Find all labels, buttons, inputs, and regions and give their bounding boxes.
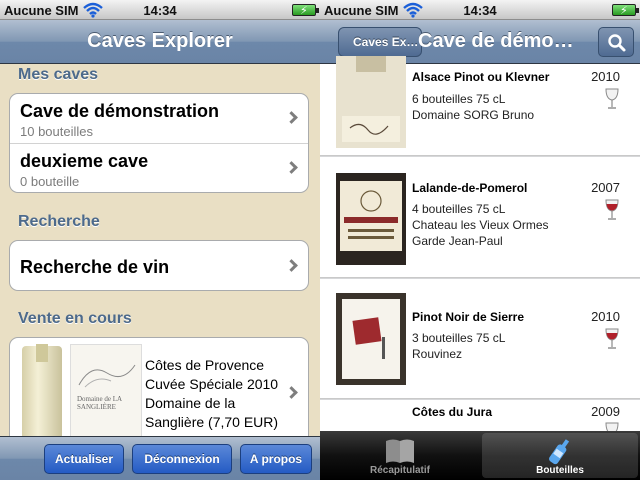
cave-name: deuxieme cave: [20, 151, 149, 171]
tab-summary[interactable]: Récapitulatif: [322, 433, 478, 478]
bottom-toolbar: Actualiser Déconnexion A propos: [0, 436, 320, 480]
wine-producer: Domaine SORG Bruno: [412, 108, 535, 122]
tab-bar: Récapitulatif Bouteilles: [320, 431, 640, 480]
label-drawing-icon: [78, 364, 136, 388]
wine-label-image: Domaine de LA SANGLIÈRE: [70, 344, 142, 438]
wine-name: Côtes du Jura: [412, 405, 493, 419]
search-group: Recherche de vin: [9, 240, 309, 291]
clock: 14:34: [143, 3, 177, 18]
wine-quantity: 4 bouteilles 75 cL: [412, 202, 506, 216]
nav-bar: Caves Explorer: [0, 20, 320, 64]
cave-name: Cave de démonstration: [20, 101, 220, 121]
wine-label-thumbnail: [336, 293, 406, 385]
cave-row-second[interactable]: deuxieme cave 0 bouteille: [10, 144, 308, 192]
nav-title: Cave de démo…: [418, 30, 574, 52]
tab-bottles[interactable]: Bouteilles: [482, 433, 638, 478]
wine-label-thumbnail: [336, 173, 406, 265]
status-bar: Aucune SIM 14:34 ⚡: [320, 0, 640, 20]
sale-line-2: Cuvée Spéciale 2010: [145, 376, 279, 392]
chevron-right-icon: [285, 111, 298, 124]
wine-year: 2009: [591, 404, 620, 419]
wine-producer-2: Garde Jean-Paul: [412, 234, 503, 248]
caves-group: Cave de démonstration 10 bouteilles deux…: [9, 93, 309, 193]
wine-year: 2010: [591, 69, 620, 84]
about-button[interactable]: A propos: [240, 444, 312, 474]
sales-group: Domaine de LA SANGLIÈRE Côtes de Provenc…: [9, 337, 309, 447]
nav-title: Caves Explorer: [87, 30, 233, 52]
back-button[interactable]: Caves Ex…: [338, 27, 422, 57]
caves-explorer-screen: Aucune SIM 14:34 ⚡ Caves Explorer Mes ca…: [0, 0, 320, 480]
sale-line-3: Domaine de la: [145, 395, 236, 411]
search-icon: [608, 34, 626, 52]
cave-count: 10 bouteilles: [20, 124, 93, 139]
clock: 14:34: [463, 3, 497, 18]
wine-search-label: Recherche de vin: [20, 257, 170, 277]
red-wine-glass-icon: [605, 199, 619, 220]
white-wine-glass-icon: [605, 88, 619, 109]
wine-year: 2007: [591, 180, 620, 195]
sale-row[interactable]: Domaine de LA SANGLIÈRE Côtes de Provenc…: [10, 338, 308, 446]
wine-year: 2010: [591, 309, 620, 324]
logout-button[interactable]: Déconnexion: [132, 444, 232, 474]
cave-count: 0 bouteille: [20, 174, 80, 189]
wine-producer: Rouvinez: [412, 347, 463, 361]
bottle-icon: [549, 439, 570, 465]
wine-bottle-image: [22, 344, 62, 438]
wine-search-row[interactable]: Recherche de vin: [10, 241, 308, 290]
wine-name: Pinot Noir de Sierre: [412, 310, 525, 324]
wine-row[interactable]: Alsace Pinot ou Klevner 2010 6 bouteille…: [320, 56, 640, 156]
tab-label: Récapitulatif: [369, 465, 430, 476]
red-wine-glass-icon: [605, 328, 619, 349]
refresh-button[interactable]: Actualiser: [44, 444, 124, 474]
sale-line-1: Côtes de Provence: [145, 357, 265, 373]
chevron-right-icon: [285, 259, 298, 272]
wine-label-text: Domaine de LA SANGLIÈRE: [77, 395, 122, 411]
book-icon: [386, 439, 414, 463]
battery-icon: ⚡: [612, 4, 639, 17]
tab-label: Bouteilles: [536, 465, 584, 476]
search-button[interactable]: [598, 27, 634, 57]
wine-label-thumbnail: [336, 56, 406, 148]
section-title-sales: Vente en cours: [18, 310, 132, 327]
section-title-caves: Mes caves: [18, 66, 99, 83]
wine-name: Lalande-de-Pomerol: [412, 181, 528, 195]
wine-row[interactable]: Pinot Noir de Sierre 2010 3 bouteilles 7…: [320, 279, 640, 399]
chevron-right-icon: [285, 161, 298, 174]
section-title-search: Recherche: [18, 213, 100, 230]
status-bar: Aucune SIM 14:34 ⚡: [0, 0, 320, 20]
wine-producer: Chateau les Vieux Ormes: [412, 218, 549, 232]
wine-quantity: 6 bouteilles 75 cL: [412, 92, 506, 106]
sale-line-4: Sanglière (7,70 EUR): [145, 414, 279, 430]
battery-icon: ⚡: [292, 4, 319, 17]
sale-description: Côtes de Provence Cuvée Spéciale 2010 Do…: [145, 356, 290, 432]
wine-quantity: 3 bouteilles 75 cL: [412, 331, 506, 345]
cave-row-demo[interactable]: Cave de démonstration 10 bouteilles: [10, 94, 308, 144]
cave-detail-screen: Aucune SIM 14:34 ⚡ Caves Ex… Cave de dém…: [320, 0, 640, 480]
wine-name: Alsace Pinot ou Klevner: [412, 70, 550, 84]
wine-row[interactable]: Lalande-de-Pomerol 2007 4 bouteilles 75 …: [320, 157, 640, 278]
